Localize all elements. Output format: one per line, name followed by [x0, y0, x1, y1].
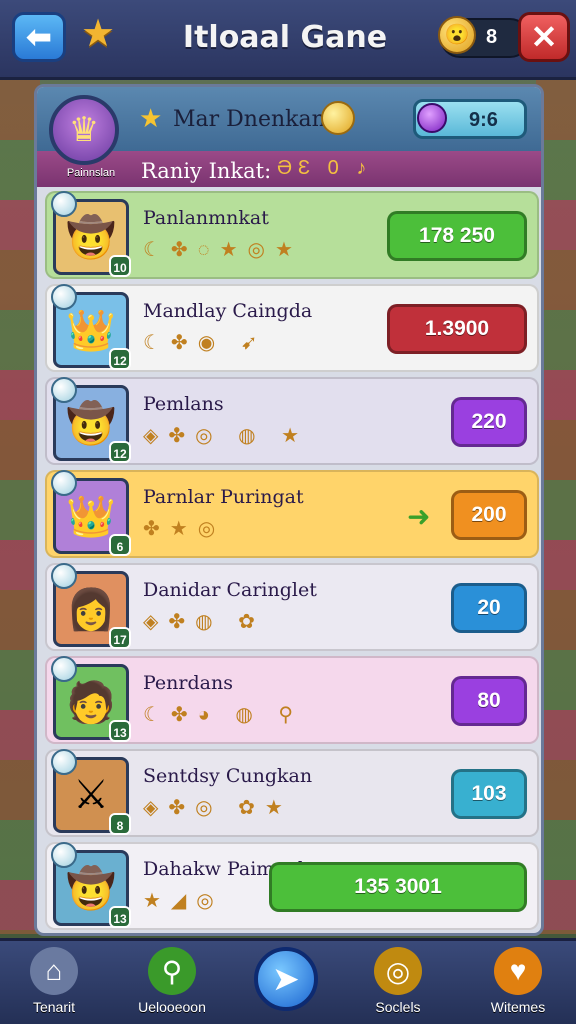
level-badge: 6: [109, 534, 131, 556]
nav-item-items[interactable]: ♥ Witemes: [468, 947, 568, 1015]
leaderboard-row[interactable]: 🤠 10 Panlanmnkat ☾✤◌★◎★ 178 250: [45, 191, 539, 279]
medal-icon: [51, 749, 77, 775]
player-avatar[interactable]: ♛: [49, 95, 119, 165]
level-badge: 12: [109, 441, 131, 463]
item-icons: ☾✤◕ ◍ ⚲: [143, 704, 303, 726]
medal-icon: [51, 470, 77, 496]
leaderboard-row[interactable]: 👩 17 Danidar Caringlet ◈✤◍ ✿ 20: [45, 563, 539, 651]
leaderboard-row[interactable]: ⚔ 8 Sentdsy Cungkan ◈✤◎ ✿★ 103: [45, 749, 539, 837]
item-icons: ★◢◎: [143, 890, 224, 912]
item-icons: ☾✤◉ ➹: [143, 332, 268, 354]
score-button[interactable]: 135 3001: [269, 862, 527, 912]
player-name: Sentdsy Cungkan: [143, 765, 313, 787]
nav-label: Uelooeoon: [138, 999, 206, 1015]
medal-icon: [51, 377, 77, 403]
leaderboard-row[interactable]: 🧑 13 Penrdans ☾✤◕ ◍ ⚲ 80: [45, 656, 539, 744]
item-icons: ◈✤◍ ✿: [143, 611, 265, 633]
player-name: Mandlay Caingda: [143, 300, 313, 322]
player-name: Pemlans: [143, 393, 224, 415]
player-name: Parnlar Puringat: [143, 486, 304, 508]
medal-icon: [51, 284, 77, 310]
close-button[interactable]: ✕: [518, 12, 570, 62]
player-name: Danidar Caringlet: [143, 579, 317, 601]
coin-count: 8: [486, 26, 498, 48]
nav-label: Soclels: [375, 999, 421, 1015]
medal-icon: [51, 842, 77, 868]
timer-text: 9:6: [469, 109, 498, 131]
arrow-right-icon: ➤: [273, 962, 299, 996]
level-badge: 10: [109, 255, 131, 277]
bottom-nav: ⌂ Tenarit ⚲ Uelooeoon ➤ ◎ Soclels ♥ Wite…: [0, 938, 576, 1024]
back-arrow-icon: ⬅: [26, 20, 52, 54]
level-badge: 8: [109, 813, 131, 835]
item-icons: ◈✤◎ ✿★: [143, 797, 293, 819]
item-icons: ☾✤◌★◎★: [143, 239, 303, 261]
player-name: Penrdans: [143, 672, 233, 694]
level-badge: 17: [109, 627, 131, 649]
nav-item-search[interactable]: ⚲ Uelooeoon: [122, 947, 222, 1015]
top-bar: ⬅ ★ Itloaal Gane 😮 8 ✕: [0, 0, 576, 80]
leaderboard-panel: ♛ Painnslan ★ Mar Dnenkan 9:6 Raniy Inka…: [34, 84, 544, 936]
gold-coin-icon: [321, 101, 355, 135]
character-icon: 🧑: [66, 680, 116, 725]
score-button[interactable]: 178 250: [387, 211, 527, 261]
score-button[interactable]: 1.3900: [387, 304, 527, 354]
medal-icon: [51, 656, 77, 682]
character-icon: 👩: [66, 587, 116, 632]
star-icon[interactable]: ★: [78, 14, 118, 54]
back-button[interactable]: ⬅: [12, 12, 66, 62]
emoji-coin-icon: 😮: [438, 16, 476, 54]
score-button[interactable]: 20: [451, 583, 527, 633]
leaderboard-row[interactable]: 🤠 12 Pemlans ◈✤◎ ◍ ★ 220: [45, 377, 539, 465]
player-name: Mar Dnenkan: [173, 107, 326, 132]
arrow-right-icon[interactable]: ➜: [407, 500, 430, 533]
character-icon: 🤠: [66, 401, 116, 446]
level-badge: 13: [109, 720, 131, 742]
leaderboard-row[interactable]: 👑 12 Mandlay Caingda ☾✤◉ ➹ 1.3900: [45, 284, 539, 372]
character-icon: 🤠: [66, 866, 116, 911]
close-icon: ✕: [530, 19, 558, 55]
nav-item-home[interactable]: ⌂ Tenarit: [4, 947, 104, 1015]
score-button[interactable]: 200: [451, 490, 527, 540]
player-name: Panlanmnkat: [143, 207, 269, 229]
magnifier-icon: ⚲: [148, 947, 196, 995]
medal-icon: [51, 563, 77, 589]
level-badge: 13: [109, 906, 131, 928]
nav-label: Witemes: [490, 999, 546, 1015]
player-label: Painnslan: [66, 167, 116, 179]
nav-item-socials[interactable]: ◎ Soclels: [348, 947, 448, 1015]
leaderboard-row[interactable]: 👑 6 Parnlar Puringat ✤★◎ ➜ 200: [45, 470, 539, 558]
medal-icon: [51, 191, 77, 217]
score-button[interactable]: 103: [451, 769, 527, 819]
gem-icon: [417, 103, 447, 133]
item-icons: ✤★◎: [143, 518, 226, 540]
character-icon: ⚔: [73, 773, 109, 817]
leaderboard-row[interactable]: 🤠 13 Dahakw Paimpah ★◢◎ 135 3001: [45, 842, 539, 930]
crown-icon: ♛: [68, 111, 100, 149]
coin-stack-icon: ◎: [374, 947, 422, 995]
header-star-icon: ★: [139, 103, 163, 133]
character-icon: 🤠: [66, 215, 116, 260]
score-button[interactable]: 220: [451, 397, 527, 447]
home-icon: ⌂: [30, 947, 78, 995]
nav-label: Tenarit: [32, 999, 76, 1015]
game-title: Itloaal Gane: [182, 20, 388, 55]
item-icons: ◈✤◎ ◍ ★: [143, 425, 310, 447]
score-button[interactable]: 80: [451, 676, 527, 726]
rank-icons: ƏƐ 0 ♪: [277, 157, 373, 179]
rank-label: Raniy Inkat:: [141, 159, 272, 183]
play-button[interactable]: ➤: [254, 947, 318, 1011]
level-badge: 12: [109, 348, 131, 370]
heart-badge-icon: ♥: [494, 947, 542, 995]
character-icon: 👑: [66, 308, 116, 353]
character-icon: 👑: [66, 494, 116, 539]
